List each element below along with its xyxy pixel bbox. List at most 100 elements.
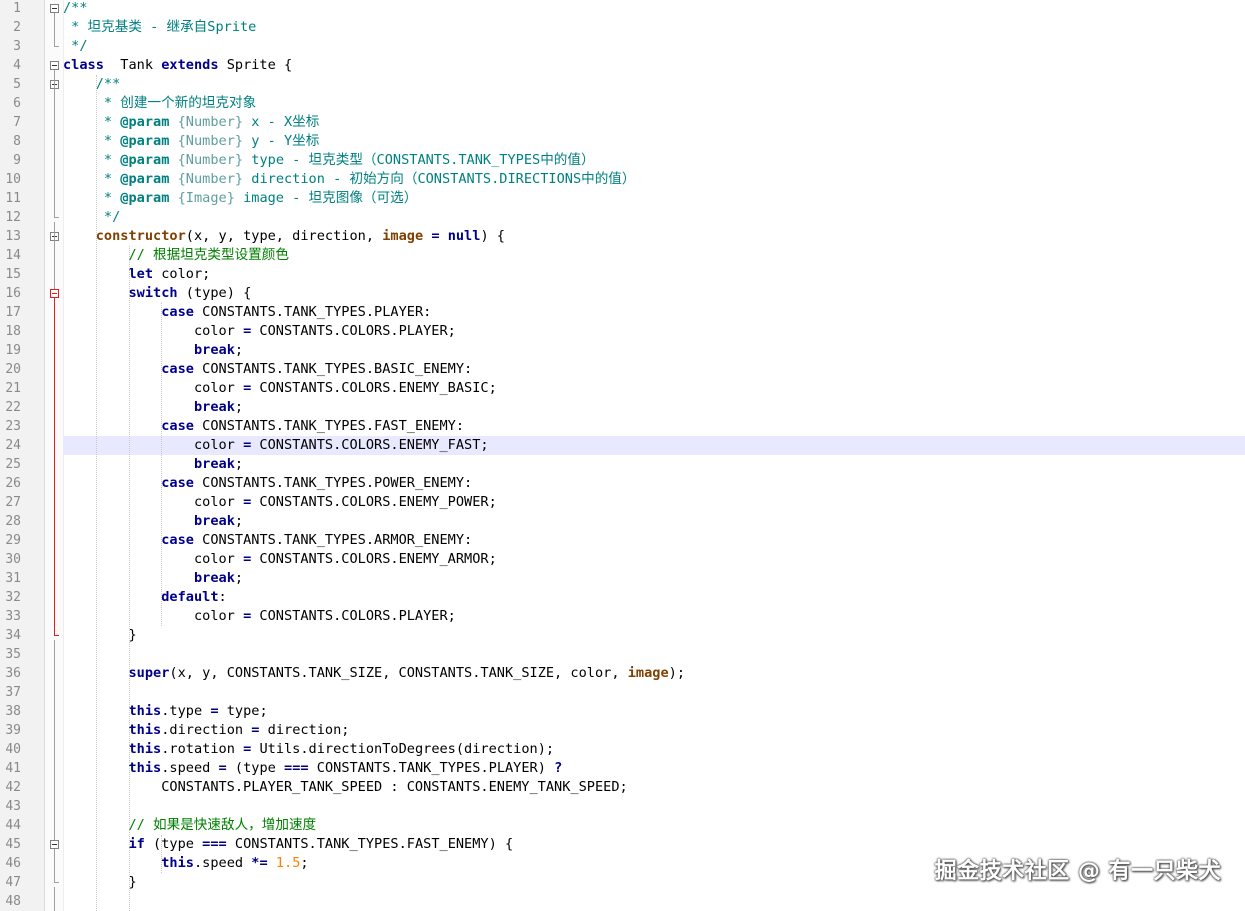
fold-range-line [54,222,55,289]
line-number: 21 [5,381,21,396]
line-number: 17 [5,305,21,320]
line-number: 24 [5,438,21,453]
line-number: 29 [5,533,21,548]
line-number: 47 [5,875,21,890]
code-line[interactable]: /** [63,0,88,18]
code-line[interactable]: // 根据坦克类型设置颜色 [63,246,289,265]
code-line[interactable]: */ [63,37,87,56]
line-number: 8 [13,134,21,149]
code-line[interactable]: break; [63,455,243,474]
fold-range-line [54,849,55,882]
fold-end-mark [54,882,59,883]
line-number: 33 [5,609,21,624]
line-number: 34 [5,628,21,643]
indent-guide [95,75,97,911]
line-number: 38 [5,704,21,719]
fold-toggle-icon[interactable] [50,289,59,298]
code-line[interactable]: this.speed = (type === CONSTANTS.TANK_TY… [63,759,562,778]
line-number: 31 [5,571,21,586]
code-line[interactable]: * @param {Number} y - Y坐标 [63,132,319,151]
code-line[interactable]: super(x, y, CONSTANTS.TANK_SIZE, CONSTAN… [63,664,685,683]
line-number: 27 [5,495,21,510]
line-number: 37 [5,685,21,700]
code-line[interactable]: /** [63,75,121,94]
fold-end-mark [54,635,59,636]
indent-guide [161,303,163,626]
line-number: 42 [5,780,21,795]
fold-toggle-icon[interactable] [50,61,59,70]
line-number: 40 [5,742,21,757]
code-line[interactable]: */ [63,208,120,227]
code-line[interactable]: * @param {Number} type - 坦克类型（CONSTANTS.… [63,151,595,170]
line-number: 5 [13,77,21,92]
code-line[interactable]: * 创建一个新的坦克对象 [63,94,256,113]
code-line[interactable]: * @param {Image} image - 坦克图像（可选） [63,189,417,208]
fold-range-line [54,640,55,840]
line-number: 25 [5,457,21,472]
line-number: 30 [5,552,21,567]
code-line[interactable]: color = CONSTANTS.COLORS.PLAYER; [63,322,456,341]
line-number: 44 [5,818,21,833]
code-line[interactable]: break; [63,398,243,417]
line-number: 26 [5,476,21,491]
fold-range-line [54,70,55,90]
line-number: 16 [5,286,21,301]
line-number: 45 [5,837,21,852]
fold-end-mark [54,46,59,47]
code-line[interactable]: case CONSTANTS.TANK_TYPES.POWER_ENEMY: [63,474,472,493]
code-line[interactable]: this.speed *= 1.5; [63,854,308,873]
fold-range-line [54,298,55,635]
code-line[interactable]: color = CONSTANTS.COLORS.PLAYER; [63,607,456,626]
code-line[interactable]: case CONSTANTS.TANK_TYPES.FAST_ENEMY: [63,417,464,436]
line-number: 23 [5,419,21,434]
line-number: 15 [5,267,21,282]
code-line[interactable]: * @param {Number} direction - 初始方向（CONST… [63,170,636,189]
line-number: 12 [5,210,21,225]
line-number: 28 [5,514,21,529]
line-number: 43 [5,799,21,814]
code-line[interactable]: if (type === CONSTANTS.TANK_TYPES.FAST_E… [63,835,513,854]
fold-range-line [54,89,55,217]
code-line[interactable]: // 如果是快速敌人，增加速度 [63,816,316,835]
line-number: 4 [13,58,21,73]
line-number: 9 [13,153,21,168]
code-line[interactable]: CONSTANTS.PLAYER_TANK_SPEED : CONSTANTS.… [63,778,628,797]
code-line[interactable]: * @param {Number} x - X坐标 [63,113,319,132]
fold-range-line [54,887,55,911]
code-line[interactable]: * 坦克基类 - 继承自Sprite [63,18,256,37]
code-line[interactable]: case CONSTANTS.TANK_TYPES.BASIC_ENEMY: [63,360,472,379]
code-line[interactable]: } [63,873,136,892]
line-number: 6 [13,96,21,111]
watermark: 掘金技术社区 @ 有一只柴犬 [934,859,1221,884]
line-number: 32 [5,590,21,605]
code-line[interactable]: break; [63,512,243,531]
code-editor[interactable]: 1 /** 2 * 坦克基类 - 继承自Sprite 3 */ 4 class Tank … [0,0,1245,911]
code-line[interactable]: constructor(x, y, type, direction, image… [63,227,505,246]
indent-guide [161,835,163,873]
indent-guide [128,246,130,911]
line-number: 14 [5,248,21,263]
fold-toggle-icon[interactable] [50,4,59,13]
code-line[interactable]: case CONSTANTS.TANK_TYPES.PLAYER: [63,303,431,322]
code-line[interactable]: default: [63,588,226,607]
code-line[interactable]: switch (type) { [63,284,251,303]
code-line[interactable]: let color; [63,265,210,284]
line-number: 22 [5,400,21,415]
line-number: 36 [5,666,21,681]
code-line[interactable]: break; [63,569,243,588]
line-number: 35 [5,647,21,662]
code-line[interactable]: color = CONSTANTS.COLORS.ENEMY_FAST; [63,436,489,455]
code-line[interactable]: this.direction = direction; [63,721,349,740]
code-line[interactable]: this.type = type; [63,702,267,721]
line-number: 20 [5,362,21,377]
code-line[interactable]: case CONSTANTS.TANK_TYPES.ARMOR_ENEMY: [63,531,472,550]
line-number: 11 [5,191,21,206]
fold-range-line [54,13,55,46]
code-line[interactable]: break; [63,341,243,360]
code-line[interactable]: this.rotation = Utils.directionToDegrees… [63,740,554,759]
fold-toggle-icon[interactable] [50,840,59,849]
code-line[interactable]: } [63,626,136,645]
line-number: 39 [5,723,21,738]
line-number: 13 [5,229,21,244]
code-line[interactable]: class Tank extends Sprite { [63,56,292,75]
